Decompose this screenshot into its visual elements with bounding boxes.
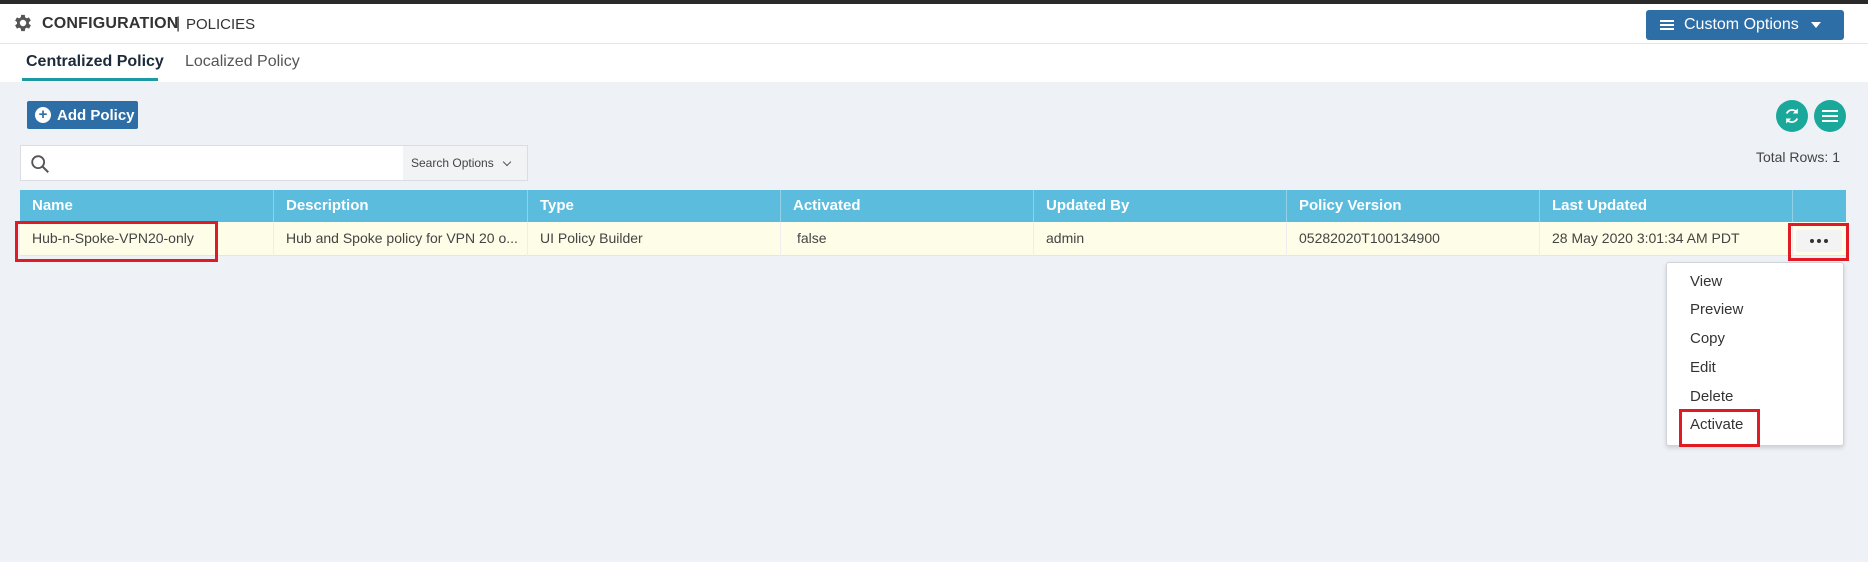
cell-description: Hub and Spoke policy for VPN 20 o...: [274, 222, 528, 256]
menu-item-delete[interactable]: Delete: [1690, 388, 1733, 405]
column-header-type[interactable]: Type: [528, 190, 781, 222]
menu-item-view[interactable]: View: [1690, 273, 1722, 290]
custom-options-button[interactable]: Custom Options: [1646, 10, 1844, 40]
cell-activated: false: [781, 222, 1034, 256]
search-input[interactable]: [57, 150, 417, 176]
policy-tabs: Centralized Policy Localized Policy: [0, 44, 1868, 82]
add-policy-button[interactable]: + Add Policy: [27, 101, 138, 129]
chevron-down-icon: [502, 157, 511, 166]
table-menu-button[interactable]: [1814, 100, 1846, 132]
refresh-icon: [1785, 108, 1799, 124]
search-bar: Search Options: [20, 145, 528, 181]
annotation-highlight-actions: [1788, 223, 1849, 261]
menu-item-edit[interactable]: Edit: [1690, 359, 1716, 376]
table-row[interactable]: Hub-n-Spoke-VPN20-only Hub and Spoke pol…: [20, 222, 1846, 256]
column-header-name[interactable]: Name: [20, 190, 274, 222]
cell-type: UI Policy Builder: [528, 222, 781, 256]
plus-circle-icon: +: [35, 107, 51, 123]
dropdown-caret-icon: [1810, 22, 1821, 28]
column-header-last-updated[interactable]: Last Updated: [1540, 190, 1793, 222]
menu-item-copy[interactable]: Copy: [1690, 330, 1725, 347]
title-separator: |: [176, 15, 181, 32]
search-options-dropdown[interactable]: Search Options: [403, 146, 527, 180]
annotation-highlight-name: [15, 221, 218, 262]
gear-icon: [15, 14, 31, 32]
hamburger-icon: [1822, 110, 1838, 122]
cell-updated-by: admin: [1034, 222, 1287, 256]
column-header-activated[interactable]: Activated: [781, 190, 1034, 222]
custom-options-label: Custom Options: [1684, 16, 1799, 33]
table-header: Name Description Type Activated Updated …: [20, 190, 1846, 222]
column-header-updated-by[interactable]: Updated By: [1034, 190, 1287, 222]
page-title: CONFIGURATION: [42, 15, 179, 32]
menu-lines-icon: [1660, 20, 1674, 30]
active-tab-indicator: [22, 78, 158, 81]
add-policy-label: Add Policy: [57, 106, 135, 124]
page-header: CONFIGURATION | POLICIES Custom Options: [0, 4, 1868, 44]
refresh-button[interactable]: [1776, 100, 1808, 132]
column-header-description[interactable]: Description: [274, 190, 528, 222]
tab-localized-policy[interactable]: Localized Policy: [185, 53, 300, 71]
column-header-policy-version[interactable]: Policy Version: [1287, 190, 1540, 222]
column-header-actions: [1793, 190, 1846, 222]
menu-item-preview[interactable]: Preview: [1690, 301, 1743, 318]
cell-policy-version: 05282020T100134900: [1287, 222, 1540, 256]
annotation-highlight-activate: [1679, 409, 1760, 447]
page-subtitle: POLICIES: [186, 16, 256, 33]
search-icon: [31, 155, 49, 173]
cell-last-updated: 28 May 2020 3:01:34 AM PDT: [1540, 222, 1793, 256]
tab-centralized-policy[interactable]: Centralized Policy: [26, 53, 164, 71]
search-options-label: Search Options: [411, 156, 494, 170]
total-rows: Total Rows: 1: [1755, 149, 1840, 165]
